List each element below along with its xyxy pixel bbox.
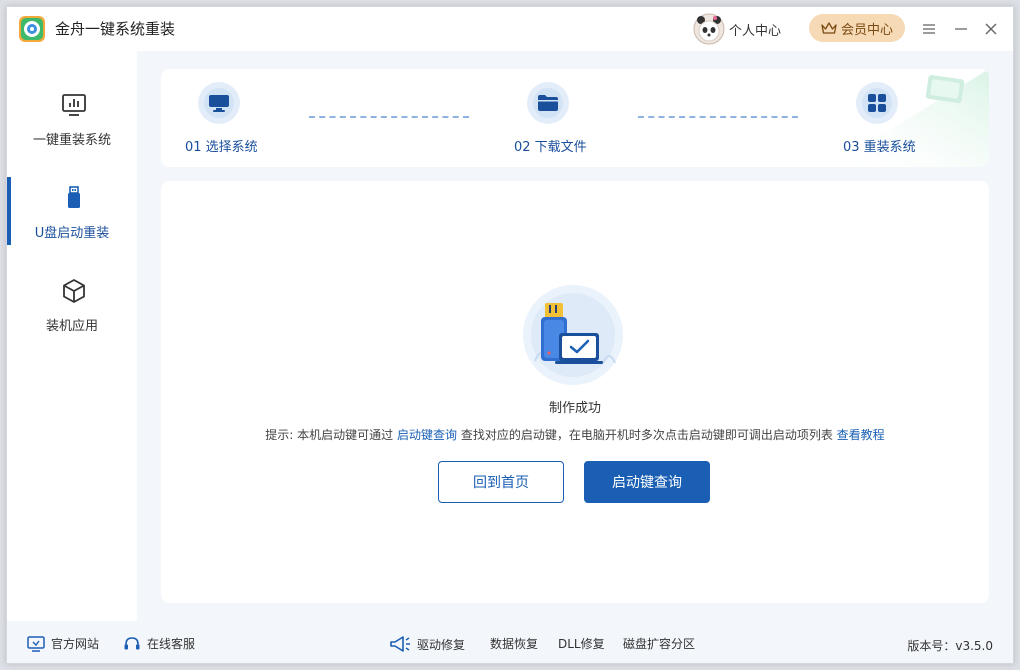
headset-icon bbox=[124, 636, 140, 649]
footer: 官方网站 在线客服 驱动修复 数据恢复 DLL修复 磁盘扩容分区 版本号：v3.… bbox=[7, 621, 1013, 663]
driver-repair-link[interactable]: 驱动修复 bbox=[389, 635, 465, 653]
minimize-button[interactable] bbox=[949, 17, 973, 41]
usb-drive-icon bbox=[68, 186, 80, 208]
online-service-label: 在线客服 bbox=[147, 637, 196, 651]
vip-center-button[interactable]: 会员中心 bbox=[809, 14, 905, 42]
app-logo-icon bbox=[19, 16, 45, 42]
monitor-chart-icon bbox=[62, 94, 86, 116]
minimize-icon bbox=[955, 28, 967, 30]
back-home-button[interactable]: 回到首页 bbox=[438, 461, 564, 503]
sidebar-item-label: U盘启动重装 bbox=[34, 226, 110, 241]
menu-button[interactable] bbox=[917, 17, 941, 41]
disk-partition-link[interactable]: 磁盘扩容分区 bbox=[623, 635, 695, 652]
panda-avatar-icon bbox=[693, 13, 725, 45]
windows-icon bbox=[868, 94, 886, 112]
sidebar-item-one-click-reinstall[interactable]: 一键重装系统 bbox=[7, 91, 137, 167]
sidebar-item-apps[interactable]: 装机应用 bbox=[7, 277, 137, 353]
step-3-label: 03 重装系统 bbox=[843, 140, 916, 155]
hint-text: 提示: 本机启动键可通过 启动键查询 查找对应的启动键，在电脑开机时多次点击启动… bbox=[161, 426, 989, 443]
app-window: 金舟一键系统重装 个人中心 会员中心 一键重装系统 U盘启动重装 装机应用 01… bbox=[6, 6, 1014, 664]
monitor-icon bbox=[209, 95, 229, 112]
status-message: 制作成功 bbox=[548, 401, 601, 416]
step-1-label: 01 选择系统 bbox=[185, 140, 258, 155]
data-recovery-link[interactable]: 数据恢复 bbox=[490, 635, 538, 652]
usb-success-illustration bbox=[523, 285, 623, 385]
official-site-label: 官方网站 bbox=[51, 637, 100, 651]
menu-icon bbox=[923, 24, 935, 34]
step-connector bbox=[309, 116, 469, 118]
boot-key-query-button[interactable]: 启动键查询 bbox=[584, 461, 710, 503]
dll-repair-link[interactable]: DLL修复 bbox=[558, 635, 605, 652]
vip-center-label: 会员中心 bbox=[840, 22, 893, 38]
title-bar: 金舟一键系统重装 个人中心 会员中心 bbox=[7, 7, 1013, 51]
boot-key-query-link[interactable]: 启动键查询 bbox=[397, 428, 457, 442]
driver-repair-label: 驱动修复 bbox=[417, 637, 466, 652]
sidebar-item-usb-reinstall[interactable]: U盘启动重装 bbox=[7, 184, 137, 260]
sidebar-item-label: 装机应用 bbox=[45, 319, 98, 334]
hint-prefix: 提示: 本机启动键可通过 bbox=[265, 428, 394, 442]
sidebar-item-label: 一键重装系统 bbox=[32, 133, 111, 148]
sidebar: 一键重装系统 U盘启动重装 装机应用 bbox=[7, 51, 137, 621]
view-tutorial-link[interactable]: 查看教程 bbox=[837, 428, 885, 442]
close-button[interactable] bbox=[979, 17, 1003, 41]
step-1-circle bbox=[198, 82, 240, 124]
step-3-circle bbox=[856, 82, 898, 124]
app-title: 金舟一键系统重装 bbox=[55, 20, 176, 38]
monitor-icon bbox=[27, 635, 45, 652]
cube-icon bbox=[63, 279, 85, 303]
version-label: 版本号：v3.5.0 bbox=[907, 639, 993, 653]
official-site-link[interactable]: 官方网站 bbox=[27, 635, 99, 652]
step-2-circle bbox=[527, 82, 569, 124]
megaphone-icon bbox=[390, 636, 410, 652]
step-connector bbox=[638, 116, 798, 118]
close-icon bbox=[985, 23, 997, 35]
step-2-label: 02 下载文件 bbox=[514, 140, 587, 155]
crown-icon bbox=[821, 22, 837, 34]
hint-middle: 查找对应的启动键，在电脑开机时多次点击启动键即可调出启动项列表 bbox=[460, 428, 833, 442]
user-center-button[interactable]: 个人中心 bbox=[693, 11, 781, 47]
user-center-label: 个人中心 bbox=[729, 23, 782, 39]
main-panel: 制作成功 提示: 本机启动键可通过 启动键查询 查找对应的启动键，在电脑开机时多… bbox=[161, 181, 989, 603]
progress-steps: 01 选择系统 02 下载文件 03 重装系统 bbox=[161, 69, 989, 167]
online-service-link[interactable]: 在线客服 bbox=[123, 635, 195, 652]
folder-icon bbox=[538, 95, 558, 111]
